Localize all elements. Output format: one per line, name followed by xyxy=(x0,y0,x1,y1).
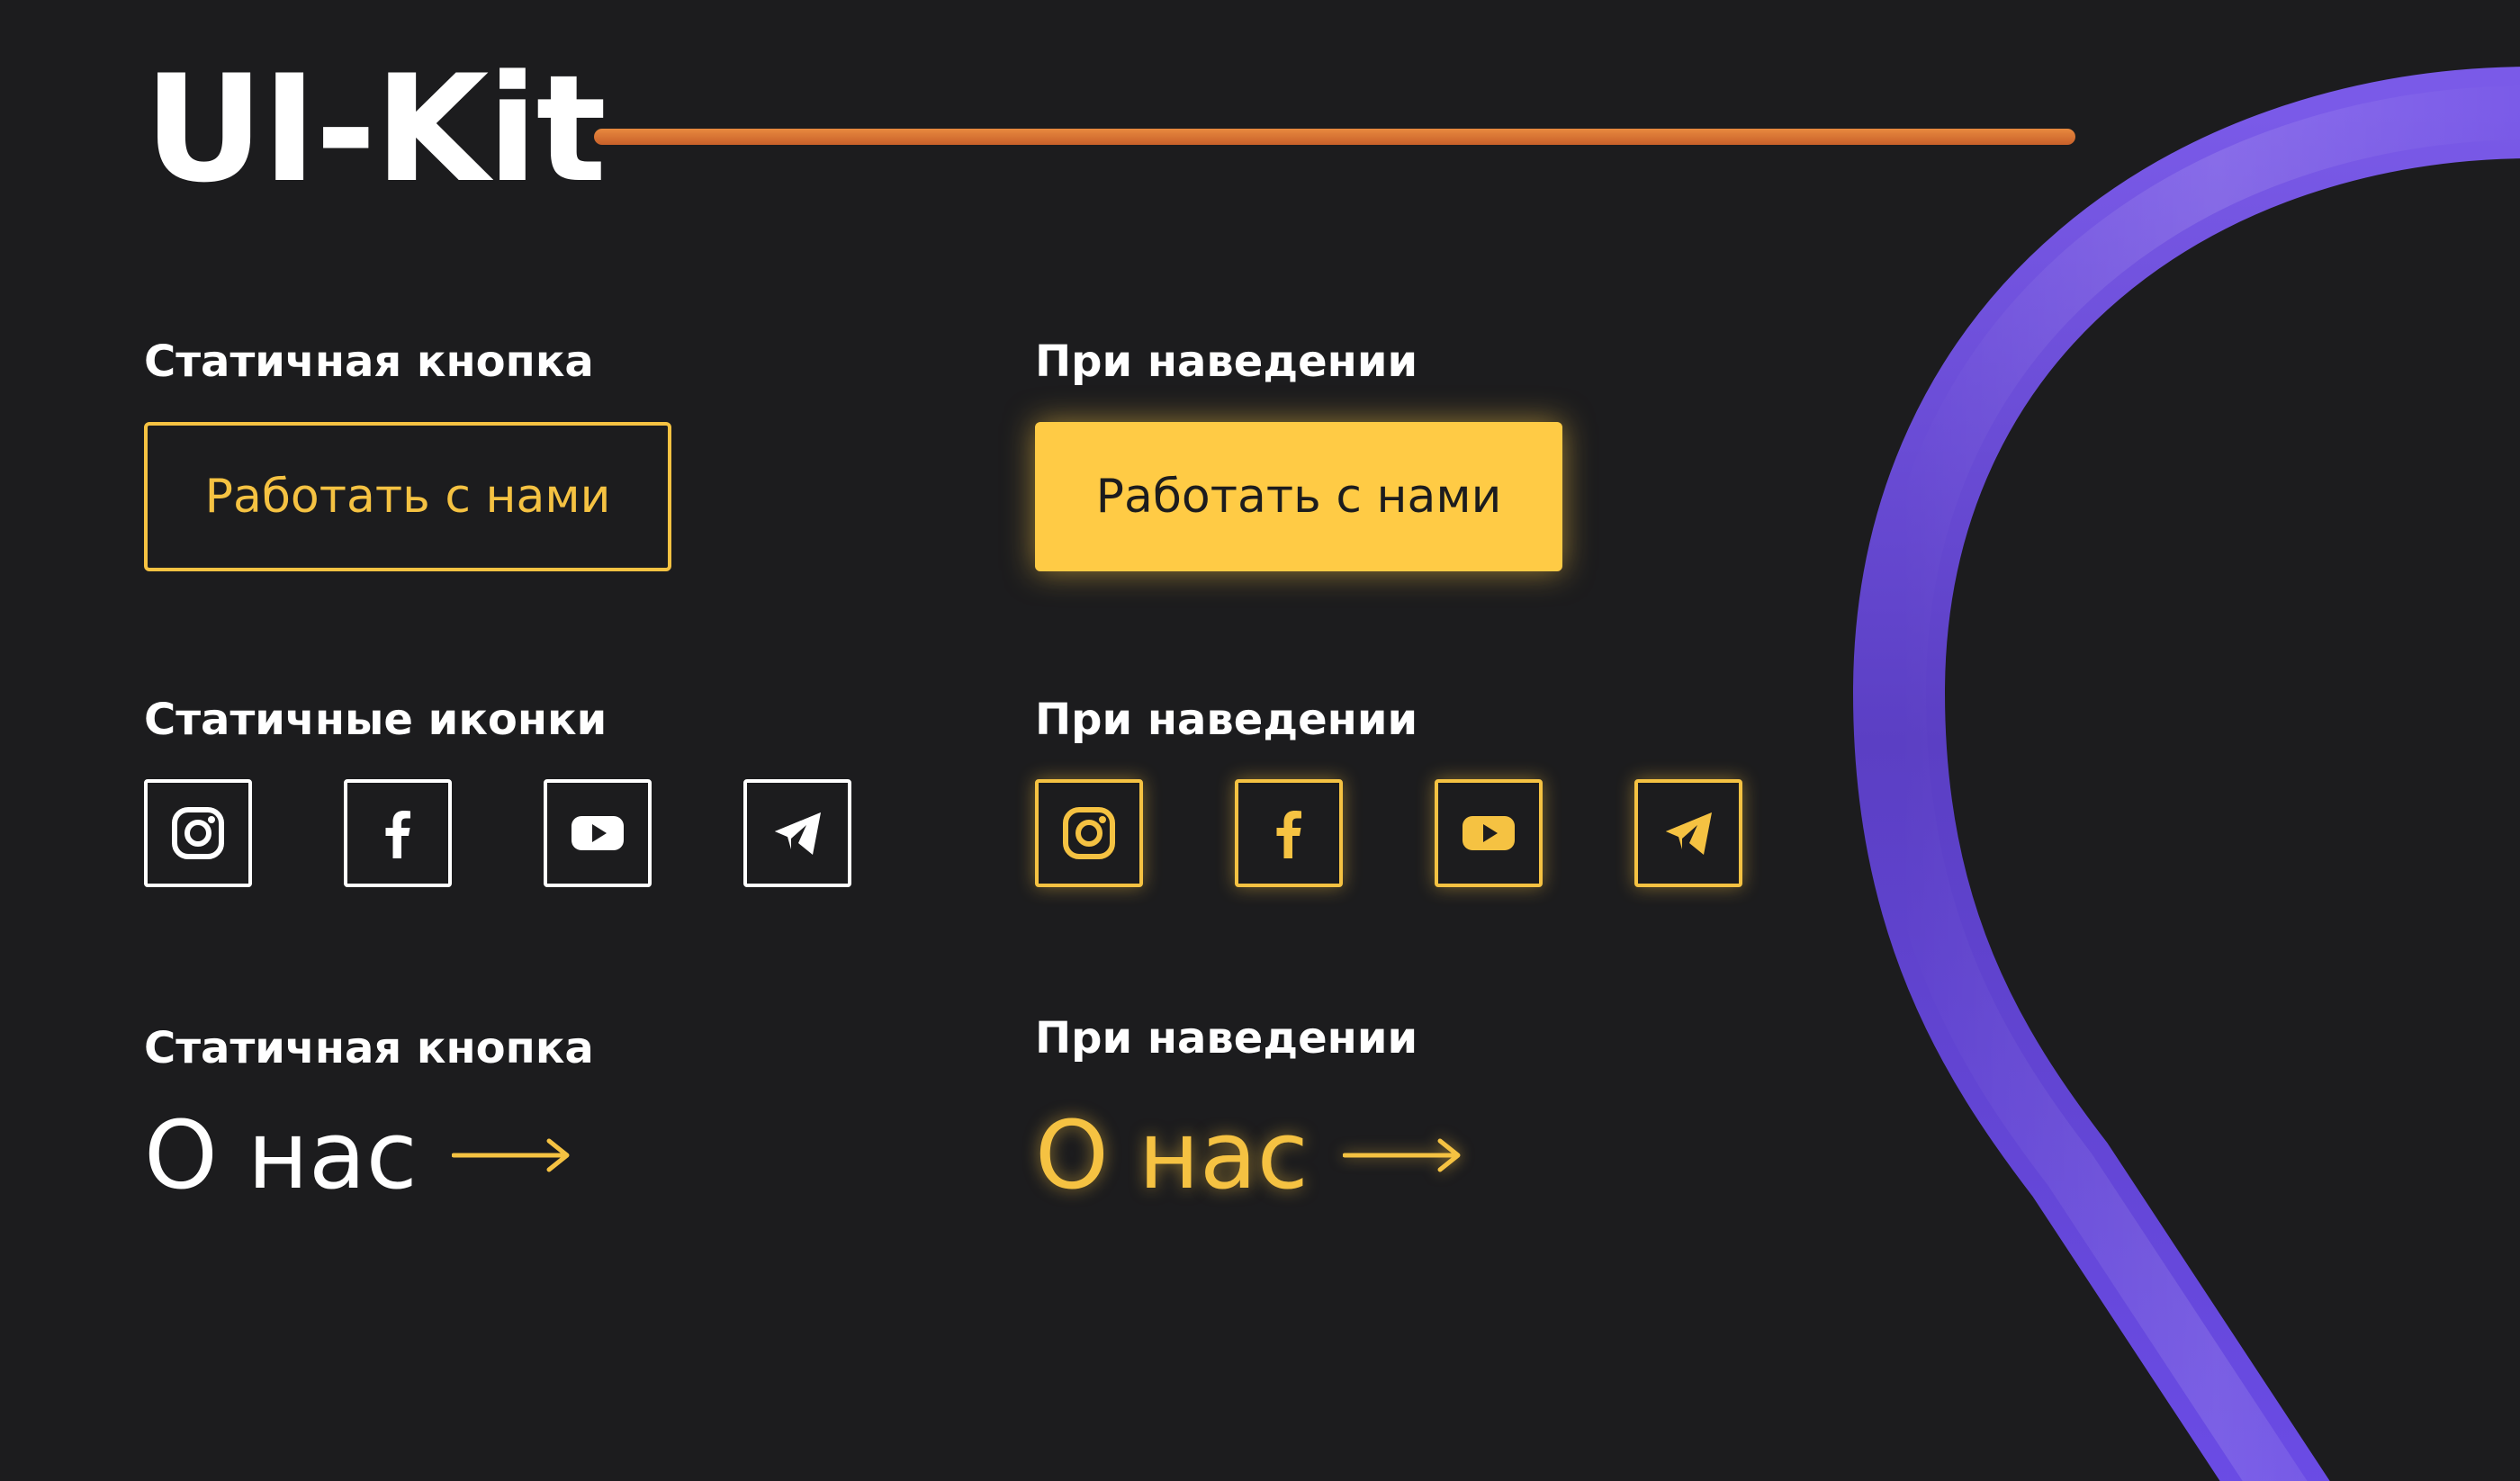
instagram-button-static[interactable] xyxy=(144,779,252,887)
arrow-right-icon xyxy=(1342,1138,1461,1172)
telegram-button-static[interactable] xyxy=(743,779,851,887)
about-us-link-text: О нас xyxy=(1035,1100,1309,1210)
instagram-icon xyxy=(1063,807,1115,859)
instagram-button-hover[interactable] xyxy=(1035,779,1143,887)
facebook-icon xyxy=(1276,811,1301,858)
title-divider-line xyxy=(594,129,2075,145)
hover-button-label: При наведении xyxy=(1035,337,1418,387)
youtube-icon xyxy=(572,816,624,850)
hover-link-label: При наведении xyxy=(1035,1013,1418,1064)
about-us-link-text: О нас xyxy=(144,1100,418,1210)
ui-kit-canvas: UI-Kit Статичная кнопка При наведении Ра… xyxy=(0,0,2520,1481)
telegram-icon xyxy=(1666,812,1712,855)
telegram-button-hover[interactable] xyxy=(1634,779,1742,887)
work-with-us-button-static[interactable]: Работать с нами xyxy=(144,422,671,571)
arrow-right-icon xyxy=(451,1138,570,1172)
work-with-us-button-hover[interactable]: Работать с нами xyxy=(1035,422,1562,571)
static-button-label: Статичная кнопка xyxy=(144,337,594,387)
facebook-button-hover[interactable] xyxy=(1235,779,1343,887)
telegram-icon xyxy=(775,812,821,855)
about-us-link-static[interactable]: О нас xyxy=(144,1109,571,1202)
hover-icons-label: При наведении xyxy=(1035,695,1418,745)
static-icons-label: Статичные иконки xyxy=(144,695,608,745)
youtube-button-hover[interactable] xyxy=(1435,779,1543,887)
about-us-link-hover[interactable]: О нас xyxy=(1035,1109,1462,1202)
youtube-icon xyxy=(1462,816,1515,850)
page-title: UI-Kit xyxy=(144,43,607,215)
facebook-icon xyxy=(385,811,410,858)
youtube-button-static[interactable] xyxy=(544,779,652,887)
instagram-icon xyxy=(172,807,224,859)
static-link-label: Статичная кнопка xyxy=(144,1023,594,1073)
facebook-button-static[interactable] xyxy=(344,779,452,887)
